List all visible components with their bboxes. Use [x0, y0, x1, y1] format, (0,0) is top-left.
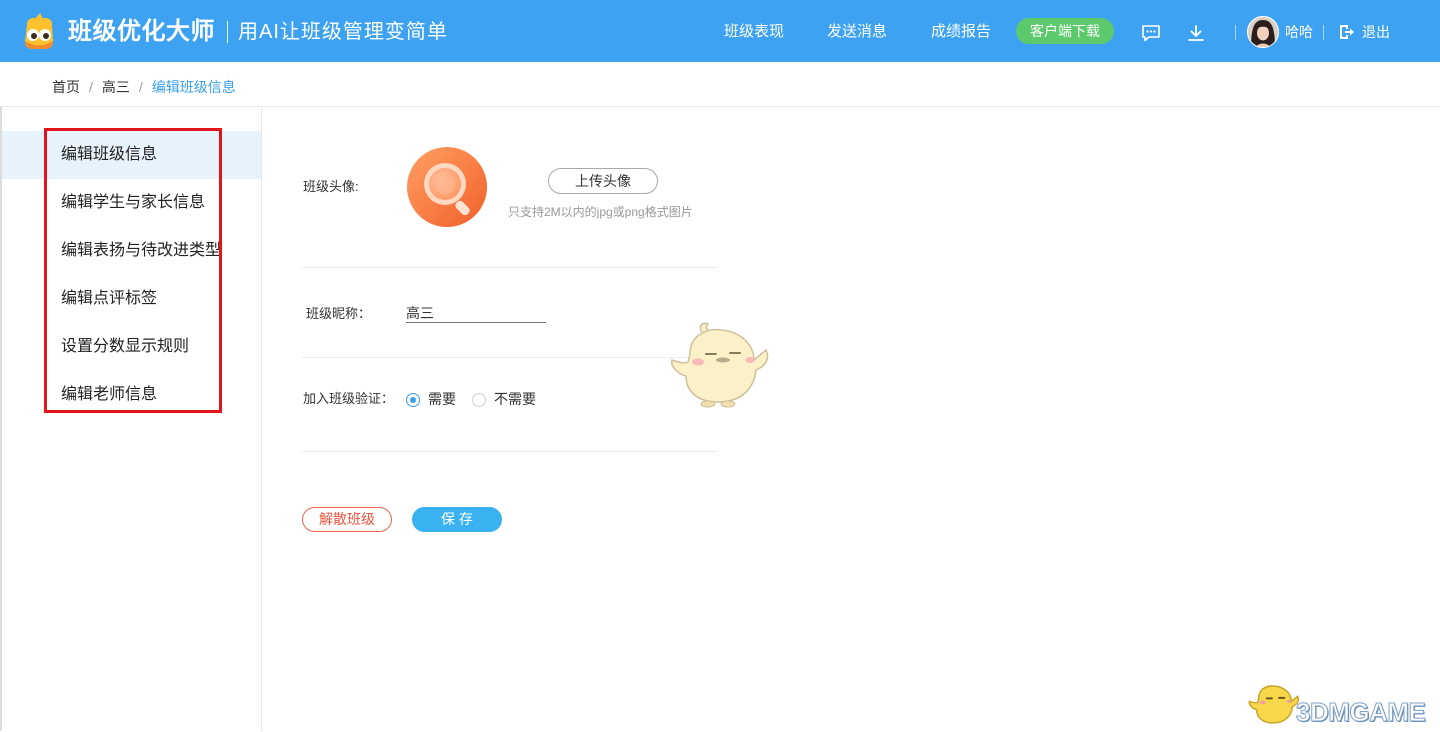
breadcrumb-class[interactable]: 高三 [102, 79, 130, 95]
form-divider [302, 451, 718, 452]
sidebar-item-score-display-rules[interactable]: 设置分数显示规则 [2, 323, 261, 371]
sidebar-item-edit-teacher-info[interactable]: 编辑老师信息 [2, 371, 261, 419]
nav-class-performance[interactable]: 班级表现 [724, 22, 784, 42]
user-avatar[interactable] [1247, 16, 1279, 48]
class-avatar-label: 班级头像: [303, 179, 359, 194]
logout-label: 退出 [1362, 24, 1390, 40]
chick-mascot-illustration [668, 320, 772, 410]
form-divider [302, 267, 718, 268]
verification-option-required[interactable]: 需要 [406, 390, 456, 410]
settings-sidebar: 编辑班级信息 编辑学生与家长信息 编辑表扬与待改进类型 编辑点评标签 设置分数显… [0, 107, 262, 731]
breadcrumb-separator: / [89, 79, 93, 95]
sidebar-item-edit-class-info[interactable]: 编辑班级信息 [2, 131, 261, 179]
download-icon[interactable] [1187, 24, 1205, 42]
breadcrumb-home[interactable]: 首页 [52, 79, 80, 95]
magnifier-class-avatar-icon [407, 147, 487, 227]
user-name[interactable]: 哈哈 [1285, 23, 1313, 41]
client-download-button[interactable]: 客户端下载 [1016, 18, 1114, 44]
header-separator [1235, 25, 1236, 40]
watermark-text: 3DMGAME [1295, 697, 1426, 728]
nav-score-report[interactable]: 成绩报告 [931, 22, 991, 42]
breadcrumb: 首页 / 高三 / 编辑班级信息 [0, 62, 1440, 107]
app-title: 班级优化大师 [68, 18, 215, 45]
title-divider [227, 21, 228, 43]
chick-mascot-icon [1246, 681, 1302, 727]
nav-send-message[interactable]: 发送消息 [827, 22, 887, 42]
upload-avatar-button[interactable]: 上传头像 [548, 168, 658, 194]
sidebar-item-edit-comment-tags[interactable]: 编辑点评标签 [2, 275, 261, 323]
radio-button[interactable] [472, 393, 486, 407]
header-separator [1323, 25, 1324, 40]
sidebar-item-edit-praise-types[interactable]: 编辑表扬与待改进类型 [2, 227, 261, 275]
upload-hint: 只支持2M以内的jpg或png格式图片 [508, 205, 693, 219]
class-nickname-label: 班级昵称： [306, 306, 372, 321]
app-slogan: 用AI让班级管理变简单 [238, 21, 448, 43]
verification-option-not-required[interactable]: 不需要 [472, 390, 542, 410]
radio-label: 需要 [428, 391, 456, 407]
join-verification-label: 加入班级验证： [303, 391, 395, 406]
top-header: 班级优化大师 用AI让班级管理变简单 班级表现 发送消息 成绩报告 客户端下载 [0, 0, 1440, 62]
form-divider [302, 357, 718, 358]
breadcrumb-separator: / [138, 79, 143, 95]
mascot-logo-icon[interactable] [21, 12, 57, 50]
logout-button[interactable]: 退出 [1339, 22, 1393, 42]
radio-label: 不需要 [494, 391, 536, 407]
radio-button[interactable] [406, 393, 420, 407]
class-nickname-input[interactable] [406, 303, 546, 323]
logout-icon [1339, 24, 1355, 40]
dismiss-class-button[interactable]: 解散班级 [302, 507, 392, 532]
sidebar-item-edit-students-parents[interactable]: 编辑学生与家长信息 [2, 179, 261, 227]
save-button[interactable]: 保 存 [412, 507, 502, 532]
breadcrumb-current: 编辑班级信息 [151, 79, 236, 95]
chat-bubble-icon[interactable] [1141, 24, 1161, 42]
